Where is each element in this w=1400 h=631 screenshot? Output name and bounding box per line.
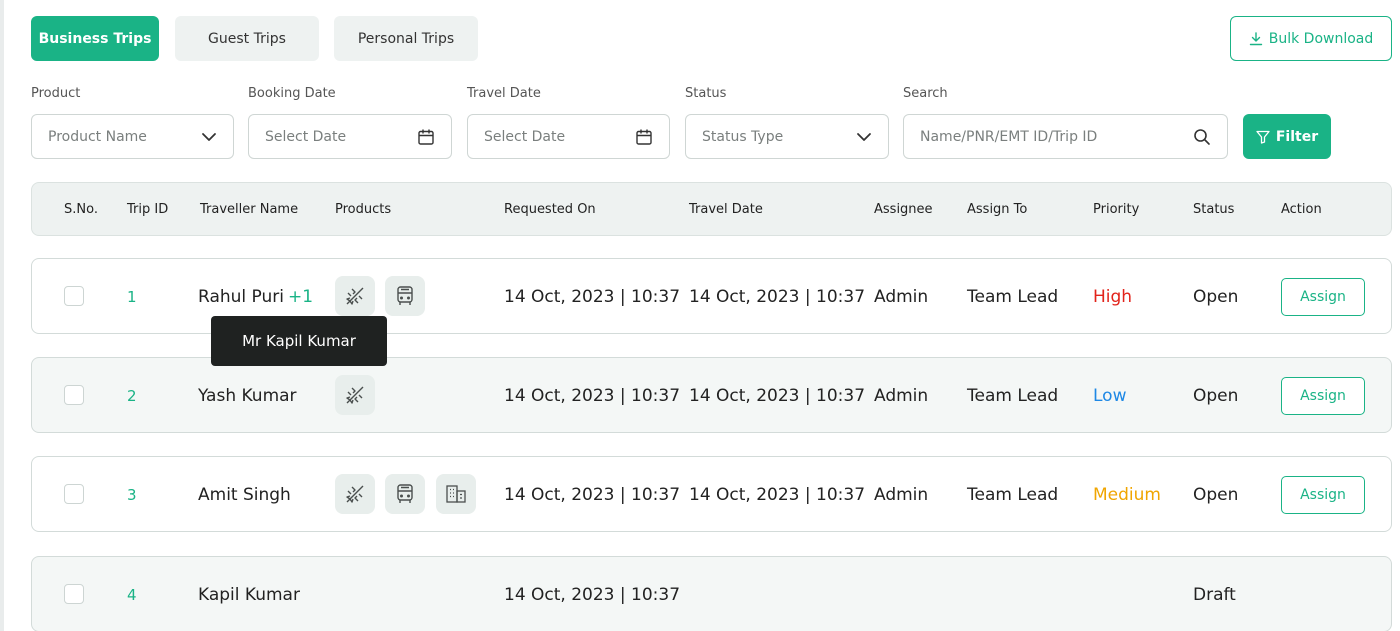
search-input[interactable]: Name/PNR/EMT ID/Trip ID <box>903 114 1228 159</box>
traveller-name: Yash Kumar <box>198 386 297 406</box>
travel-date-label: Travel Date <box>467 86 541 101</box>
booking-date-input[interactable]: Select Date <box>248 114 452 159</box>
traveller-tooltip: Mr Kapil Kumar <box>211 316 387 366</box>
requested-on: 14 Oct, 2023 | 10:37 <box>504 485 681 505</box>
assign-to: Team Lead <box>967 386 1059 406</box>
col-assignee: Assignee <box>874 202 933 217</box>
col-sno: S.No. <box>64 202 98 217</box>
col-assign-to: Assign To <box>967 202 1028 217</box>
col-traveller: Traveller Name <box>200 202 299 217</box>
col-priority: Priority <box>1093 202 1140 217</box>
assignee: Admin <box>874 287 929 307</box>
col-trip-id: Trip ID <box>127 202 169 217</box>
hotel-icon <box>436 474 476 514</box>
travel-date: 14 Oct, 2023 | 10:37 <box>689 287 866 307</box>
status-label: Status <box>685 86 727 101</box>
booking-date-label: Booking Date <box>248 86 336 101</box>
row-checkbox[interactable] <box>64 385 84 405</box>
traveller-name-text: Rahul Puri <box>198 287 284 307</box>
col-action: Action <box>1281 202 1322 217</box>
tab-guest-trips[interactable]: Guest Trips <box>175 16 319 61</box>
download-icon <box>1249 31 1262 45</box>
travel-date: 14 Oct, 2023 | 10:37 <box>689 386 866 406</box>
travel-date-value: Select Date <box>484 128 566 145</box>
table-header: S.No. Trip ID Traveller Name Products Re… <box>31 182 1392 236</box>
flight-icon <box>335 474 375 514</box>
filter-button-label: Filter <box>1275 128 1319 145</box>
product-select[interactable]: Product Name <box>31 114 234 159</box>
chevron-down-icon <box>857 132 871 141</box>
priority: Medium <box>1093 485 1161 505</box>
bulk-download-button[interactable]: Bulk Download <box>1230 16 1392 61</box>
requested-on: 14 Oct, 2023 | 10:37 <box>504 386 681 406</box>
flight-icon <box>335 375 375 415</box>
status: Open <box>1193 287 1239 307</box>
table-row: 4 Kapil Kumar 14 Oct, 2023 | 10:37 Draft <box>31 556 1392 631</box>
traveller-name: Kapil Kumar <box>198 585 300 605</box>
calendar-icon <box>636 129 652 145</box>
product-select-value: Product Name <box>48 128 147 145</box>
bus-icon <box>385 276 425 316</box>
calendar-icon <box>418 129 434 145</box>
assign-to: Team Lead <box>967 485 1059 505</box>
assign-button[interactable]: Assign <box>1281 377 1365 415</box>
search-placeholder: Name/PNR/EMT ID/Trip ID <box>920 128 1098 145</box>
status-select-value: Status Type <box>702 128 784 145</box>
requested-on: 14 Oct, 2023 | 10:37 <box>504 287 681 307</box>
booking-date-value: Select Date <box>265 128 347 145</box>
filter-button[interactable]: Filter <box>1243 114 1331 159</box>
table-row: 3 Amit Singh 14 Oct, 2023 | 10:37 14 Oct… <box>31 456 1392 532</box>
search-icon <box>1194 128 1210 145</box>
search-label: Search <box>903 86 948 101</box>
tab-personal-trips[interactable]: Personal Trips <box>334 16 478 61</box>
trip-id[interactable]: 3 <box>127 457 137 533</box>
status: Draft <box>1193 585 1236 605</box>
col-requested-on: Requested On <box>504 202 596 217</box>
priority: Low <box>1093 386 1127 406</box>
col-travel-date: Travel Date <box>689 202 763 217</box>
bulk-download-label: Bulk Download <box>1268 30 1374 47</box>
table-row: 2 Yash Kumar 14 Oct, 2023 | 10:37 14 Oct… <box>31 357 1392 433</box>
assignee: Admin <box>874 485 929 505</box>
funnel-icon <box>1256 130 1270 144</box>
status-select[interactable]: Status Type <box>685 114 889 159</box>
assignee: Admin <box>874 386 929 406</box>
traveller-name: Amit Singh <box>198 485 291 505</box>
travel-date: 14 Oct, 2023 | 10:37 <box>689 485 866 505</box>
chevron-down-icon <box>202 132 216 141</box>
flight-icon <box>335 276 375 316</box>
col-status: Status <box>1193 202 1235 217</box>
col-products: Products <box>335 202 392 217</box>
trip-id[interactable]: 4 <box>127 557 137 631</box>
product-label: Product <box>31 86 81 101</box>
row-checkbox[interactable] <box>64 484 84 504</box>
travel-date-input[interactable]: Select Date <box>467 114 670 159</box>
bus-icon <box>385 474 425 514</box>
assign-button[interactable]: Assign <box>1281 278 1365 316</box>
row-checkbox[interactable] <box>64 286 84 306</box>
priority: High <box>1093 287 1133 307</box>
tab-business-trips[interactable]: Business Trips <box>31 16 159 61</box>
trip-id[interactable]: 1 <box>127 259 137 335</box>
extra-travellers[interactable]: +1 <box>288 287 313 307</box>
status: Open <box>1193 485 1239 505</box>
requested-on: 14 Oct, 2023 | 10:37 <box>504 585 681 605</box>
assign-to: Team Lead <box>967 287 1059 307</box>
left-border <box>0 0 4 631</box>
assign-button[interactable]: Assign <box>1281 476 1365 514</box>
status: Open <box>1193 386 1239 406</box>
row-checkbox[interactable] <box>64 584 84 604</box>
trip-id[interactable]: 2 <box>127 358 137 434</box>
